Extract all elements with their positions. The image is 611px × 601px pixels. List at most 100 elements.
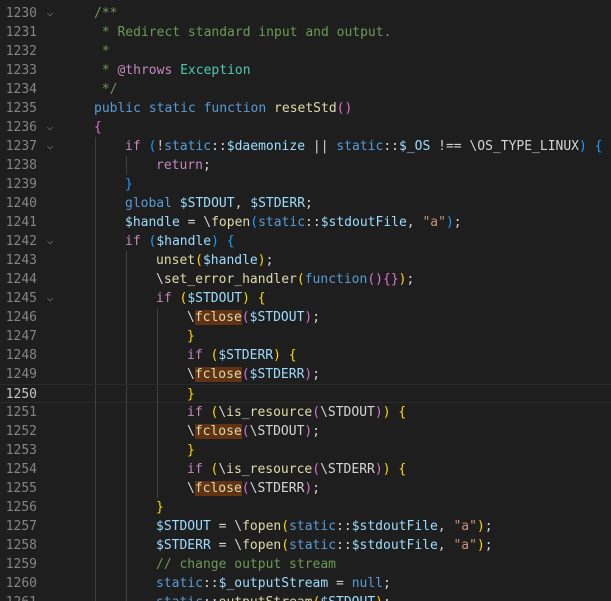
code-token: ( [241, 481, 250, 496]
indent-guide [95, 555, 96, 574]
code-line[interactable]: 1242 ⌵ if ($handle) { [0, 232, 611, 251]
line-number: 1250 [5, 387, 37, 402]
indent-guide [157, 346, 158, 365]
fold-chevron-icon[interactable]: ⌵ [44, 231, 56, 250]
code-line[interactable]: 1253} [0, 441, 611, 460]
code-token: ) [374, 405, 383, 420]
code-token: , [437, 519, 454, 534]
code-line[interactable]: 1255 \fclose(\STDERR); [0, 479, 611, 498]
highlighted-token: fclose [194, 424, 242, 439]
code-line[interactable]: 1251 if (\is_resource(\STDOUT)) { [0, 403, 611, 422]
indent-guide [126, 517, 127, 536]
code-line[interactable]: 1257 $STDOUT = \fopen(static::$stdoutFile… [0, 517, 611, 536]
code-token: {} [383, 272, 399, 287]
code-token: ; [312, 424, 321, 439]
fold-chevron-icon[interactable]: ⌵ [44, 117, 56, 136]
code-line[interactable]: 1233 * @throws Exception [0, 61, 611, 80]
code-line[interactable]: 1230 ⌵ /** [0, 4, 611, 23]
fold-chevron-icon[interactable]: ⌵ [44, 3, 56, 22]
code-token: function [304, 272, 368, 287]
code-token: $_outputStream [218, 576, 329, 591]
code-text: * [94, 42, 110, 61]
code-line[interactable]: 1254 if (\is_resource(\STDERR)) { [0, 460, 611, 479]
code-line[interactable]: 1245 ⌵ if ($STDOUT) { [0, 289, 611, 308]
indent-guide [157, 422, 158, 441]
line-number: 1237 [5, 139, 37, 154]
line-number: 1244 [5, 272, 37, 287]
code-line[interactable]: 1236 ⌵ { [0, 118, 611, 137]
code-line[interactable]: 1247} [0, 327, 611, 346]
indent-guide [126, 365, 127, 384]
indent-guide [126, 460, 127, 479]
code-line[interactable]: 1239} [0, 175, 611, 194]
line-number: 1246 [5, 310, 37, 325]
fold-chevron-icon[interactable]: ⌵ [44, 136, 56, 155]
code-token: ) [374, 462, 383, 477]
line-number: 1230 [5, 6, 37, 21]
code-line[interactable]: 1246 \fclose($STDOUT); [0, 308, 611, 327]
indent-guide [126, 270, 127, 289]
code-token: { [288, 348, 297, 363]
code-token: || [305, 139, 337, 154]
code-line[interactable]: 1234 */ [0, 80, 611, 99]
code-token: = \ [179, 215, 212, 230]
code-token: if [156, 291, 172, 306]
code-token: if [125, 139, 141, 154]
code-token: ; [383, 595, 391, 601]
code-token: \ [187, 481, 195, 496]
code-line[interactable]: 1232 * [0, 42, 611, 61]
code-line[interactable]: 1261 static::outputStream($STDOUT); [0, 593, 611, 601]
code-token: ) [382, 405, 391, 420]
code-line[interactable]: 1260 static::$_outputStream = null; [0, 574, 611, 593]
code-line[interactable]: 1235 public static function resetStd() [0, 99, 611, 118]
code-line[interactable]: 1252 \fclose(\STDOUT); [0, 422, 611, 441]
code-token: ) [211, 234, 219, 249]
code-line[interactable]: 1231 * Redirect standard input and outpu… [0, 23, 611, 42]
line-number: 1239 [5, 177, 37, 192]
indent-guide [95, 365, 96, 384]
code-line[interactable]: 1238 return; [0, 156, 611, 175]
highlighted-token: fclose [194, 481, 242, 496]
code-token: fopen [242, 538, 282, 553]
code-token: ; [305, 196, 313, 211]
code-line[interactable]: 1240 global $STDOUT, $STDERR; [0, 194, 611, 213]
line-number: 1235 [5, 101, 37, 116]
code-token: ( [241, 310, 250, 325]
code-line[interactable]: 1258 $STDERR = \fopen(static::$stdoutFile… [0, 536, 611, 555]
line-number: 1256 [5, 500, 37, 515]
code-token: static [164, 139, 212, 154]
indent-guide [95, 593, 96, 601]
code-line[interactable]: 1241 $handle = \fopen(static::$stdoutFile… [0, 213, 611, 232]
code-token: if [125, 234, 141, 249]
code-line[interactable]: 1244 \set_error_handler(function(){}); [0, 270, 611, 289]
indent-guide [126, 403, 127, 422]
indent-guide [95, 308, 96, 327]
fold-chevron-icon[interactable]: ⌵ [44, 288, 56, 307]
code-token: fopen [211, 215, 251, 230]
code-line[interactable]: 1248 if ($STDERR) { [0, 346, 611, 365]
code-token: ; [383, 576, 391, 591]
code-line[interactable]: 1259 // change output stream [0, 555, 611, 574]
indent-guide [126, 385, 127, 404]
code-token: resetStd [274, 101, 337, 116]
code-line[interactable]: 1256} [0, 498, 611, 517]
code-token: outputStream [219, 595, 313, 601]
code-token: $_OS [398, 139, 431, 154]
code-token: ! [156, 139, 165, 154]
code-editor[interactable]: 1230 ⌵ /** 1231 * Redirect standard input a… [0, 0, 611, 601]
code-token: is_resource [226, 462, 313, 477]
code-token: $STDOUT [187, 291, 243, 306]
code-line[interactable]: 1243 unset($handle); [0, 251, 611, 270]
code-line[interactable]: 1249 \fclose($STDERR); [0, 365, 611, 384]
code-line[interactable]: 1237 ⌵ if (!static::$daemonize || static::… [0, 137, 611, 156]
code-text: \set_error_handler(function(){}); [156, 270, 414, 289]
code-token: { [594, 139, 603, 154]
code-token: set_error_handler [163, 272, 297, 287]
code-line[interactable]: 1250} [0, 384, 611, 404]
line-number: 1261 [0, 593, 37, 601]
code-token: ; [312, 310, 321, 325]
code-token: static [289, 519, 337, 534]
